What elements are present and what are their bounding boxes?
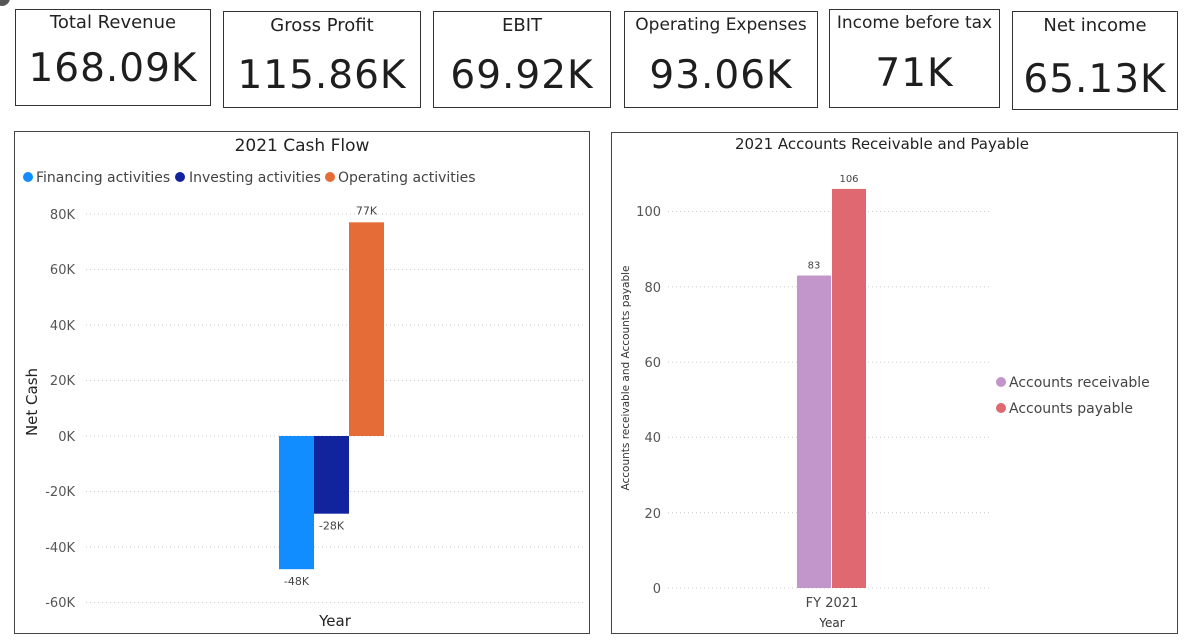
kpi-value: 71K (875, 51, 954, 96)
kpi-title: EBIT (501, 15, 543, 36)
kpi-value: 168.09K (28, 46, 198, 91)
kpi-card-net-income[interactable]: Net income 65.13K (1012, 11, 1178, 110)
kpi-title: Net income (1043, 15, 1147, 36)
cash-flow-chart-panel[interactable] (14, 131, 590, 634)
kpi-title: Operating Expenses (635, 15, 807, 35)
kpi-value: 69.92K (450, 53, 594, 98)
kpi-title: Total Revenue (49, 12, 177, 33)
kpi-card-operating-expenses[interactable]: Operating Expenses 93.06K (624, 11, 818, 108)
corner-badge (0, 0, 10, 6)
kpi-title: Income before tax (836, 13, 993, 33)
kpi-card-total-revenue[interactable]: Total Revenue 168.09K (15, 9, 211, 106)
kpi-card-ebit[interactable]: EBIT 69.92K (433, 11, 611, 108)
kpi-card-income-before-tax[interactable]: Income before tax 71K (829, 9, 1000, 108)
kpi-value: 65.13K (1023, 57, 1167, 102)
kpi-title: Gross Profit (270, 15, 374, 36)
ar-ap-chart-panel[interactable] (611, 132, 1178, 634)
kpi-value: 93.06K (649, 53, 793, 98)
kpi-value: 115.86K (237, 53, 407, 98)
kpi-card-gross-profit[interactable]: Gross Profit 115.86K (223, 11, 421, 108)
